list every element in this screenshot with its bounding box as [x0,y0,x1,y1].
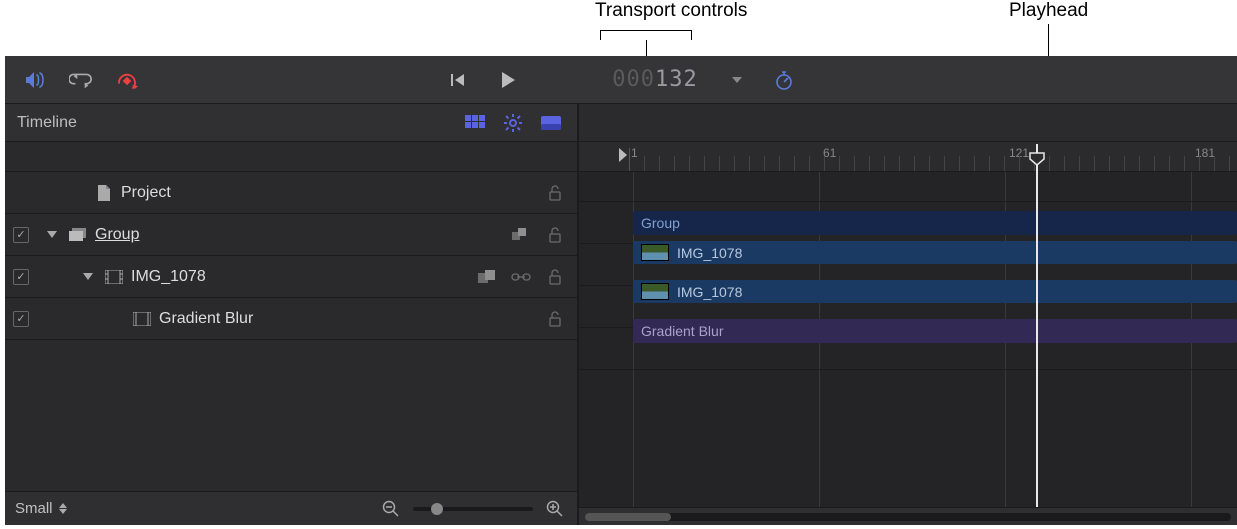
layers-header: Timeline [5,104,577,142]
callout-playhead: Playhead [1009,0,1088,22]
zoom-out-icon[interactable] [379,497,403,521]
group-icon [69,226,87,244]
clip-group[interactable]: Group [633,211,1237,235]
layer-list: Project ✓ Group [5,142,577,491]
time-format-dropdown-icon[interactable] [732,77,742,83]
zoom-knob[interactable] [431,503,443,515]
layer-row-filter[interactable]: ✓ Gradient Blur [5,298,577,340]
lock-icon[interactable] [545,267,565,287]
ruler[interactable]: 1 61 121 181 [579,142,1237,172]
checkbox-empty [13,185,29,201]
clip-label: IMG_1078 [677,245,742,261]
layer-row-project[interactable]: Project [5,172,577,214]
clip-media[interactable]: IMG_1078 [633,280,1237,303]
track-row-spacer [579,172,1237,202]
playhead[interactable] [1036,172,1038,507]
link-icon[interactable] [511,267,531,287]
callout-transport: Transport controls [595,0,747,22]
clip-thumbnail [641,244,669,261]
blend-icon[interactable] [477,267,497,287]
playhead-ruler-line[interactable] [1036,144,1038,172]
zoom-in-icon[interactable] [543,497,567,521]
scrollbar-thumb[interactable] [585,513,671,521]
ruler-label: 181 [1195,146,1215,160]
clip-label: IMG_1078 [131,268,206,286]
loop-icon[interactable] [69,68,93,92]
size-select[interactable]: Small [15,500,67,517]
layer-spacer [5,142,577,172]
timeline-canvas[interactable]: 1 61 121 181 Group IMG_1078 IMG_1078 Gra… [579,104,1237,525]
passthru-icon[interactable] [511,225,531,245]
ruler-label: 61 [823,146,836,160]
play-icon[interactable] [496,68,520,92]
disclosure-icon[interactable] [83,273,93,280]
filter-label: Gradient Blur [159,310,253,328]
checkbox[interactable]: ✓ [13,269,29,285]
time-counter[interactable]: 000132 [612,67,698,92]
clip-media[interactable]: IMG_1078 [633,241,1237,264]
layer-row-clip[interactable]: ✓ IMG_1078 [5,256,577,298]
in-point-icon[interactable] [619,148,627,162]
filter-icon [133,310,151,328]
project-label: Project [121,184,171,202]
time-lit: 132 [655,67,698,92]
timeline-scrollbar [579,507,1237,525]
scrollbar-track[interactable] [585,513,1231,521]
layers-footer: Small [5,491,577,525]
size-label: Small [15,500,53,517]
app-window: 000132 Timeline [5,56,1237,525]
show-keyframes-icon[interactable] [461,112,489,134]
right-header-spacer [579,104,1237,142]
checkbox[interactable]: ✓ [13,311,29,327]
layers-panel: Timeline [5,104,579,525]
go-to-start-icon[interactable] [446,68,470,92]
clip-label: Gradient Blur [641,323,723,339]
tracks-area[interactable]: Group IMG_1078 IMG_1078 Gradient Blur [579,172,1237,507]
minitimeline-icon[interactable] [537,112,565,134]
ruler-label: 1 [631,146,638,160]
disclosure-icon[interactable] [47,231,57,238]
clip-label: Group [641,215,680,231]
clip-label: IMG_1078 [677,284,742,300]
project-icon [95,184,113,202]
lock-icon[interactable] [545,225,565,245]
layer-row-group[interactable]: ✓ Group [5,214,577,256]
checkbox[interactable]: ✓ [13,227,29,243]
record-icon[interactable] [115,68,139,92]
panel-title: Timeline [17,114,77,132]
lock-icon[interactable] [545,183,565,203]
clip-icon [105,268,123,286]
time-dim: 000 [612,67,655,92]
zoom-slider[interactable] [413,507,533,511]
transport-bar: 000132 [5,56,1237,104]
audio-icon[interactable] [23,68,47,92]
gear-icon[interactable] [499,112,527,134]
clip-filter[interactable]: Gradient Blur [633,319,1237,343]
group-label: Group [95,226,139,244]
lock-icon[interactable] [545,309,565,329]
stopwatch-icon[interactable] [772,68,796,92]
clip-thumbnail [641,283,669,300]
